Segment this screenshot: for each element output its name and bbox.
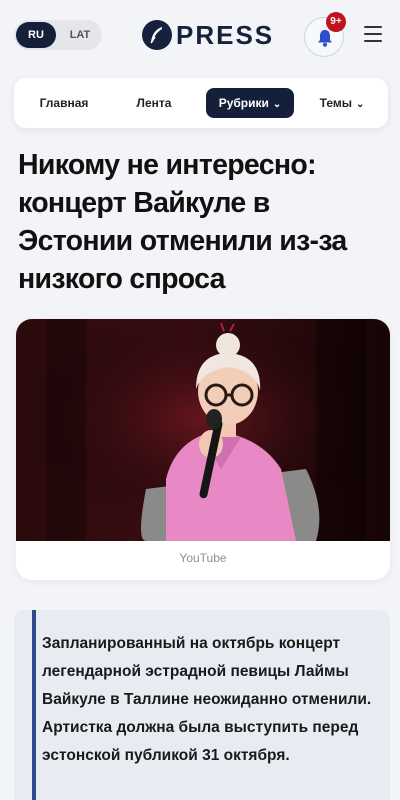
chevron-down-icon: ⌄ (355, 99, 365, 110)
article-headline: Никому не интересно: концерт Вайкуле в Э… (18, 149, 347, 295)
nav-item-topics[interactable]: Темы ⌄ (304, 88, 380, 118)
nav-item-rubrics[interactable]: Рубрики ⌄ (206, 88, 294, 118)
nav-item-label: Рубрики (218, 96, 269, 110)
article-image-card: YouTube (16, 319, 390, 580)
nav-item-label: Темы (319, 96, 352, 110)
nav-item-home[interactable]: Главная (24, 88, 104, 118)
site-logo[interactable]: PRESS (142, 18, 274, 52)
image-caption: YouTube (179, 551, 227, 565)
lead-text: Запланированный на октябрь концерт леген… (42, 635, 372, 764)
lead-accent-bar (32, 610, 36, 800)
article-lead: Запланированный на октябрь концерт леген… (14, 610, 390, 800)
notification-badge: 9+ (326, 12, 346, 32)
nav-item-label: Лента (136, 96, 172, 110)
article-photo[interactable] (16, 319, 390, 541)
site-header: RU LAT PRESS 9+ (0, 0, 400, 68)
logo-text: PRESS (176, 19, 275, 50)
lang-lat-option[interactable]: LAT (62, 22, 98, 48)
feather-icon (142, 20, 172, 50)
menu-icon[interactable] (364, 26, 382, 42)
chevron-down-icon: ⌄ (272, 99, 282, 110)
nav-item-label: Главная (39, 96, 89, 110)
language-switch[interactable]: RU LAT (14, 20, 102, 50)
lang-ru-option[interactable]: RU (16, 22, 56, 48)
nav-item-feed[interactable]: Лента (114, 88, 194, 118)
section-nav: Главная Лента Рубрики ⌄ Темы ⌄ (14, 78, 388, 128)
